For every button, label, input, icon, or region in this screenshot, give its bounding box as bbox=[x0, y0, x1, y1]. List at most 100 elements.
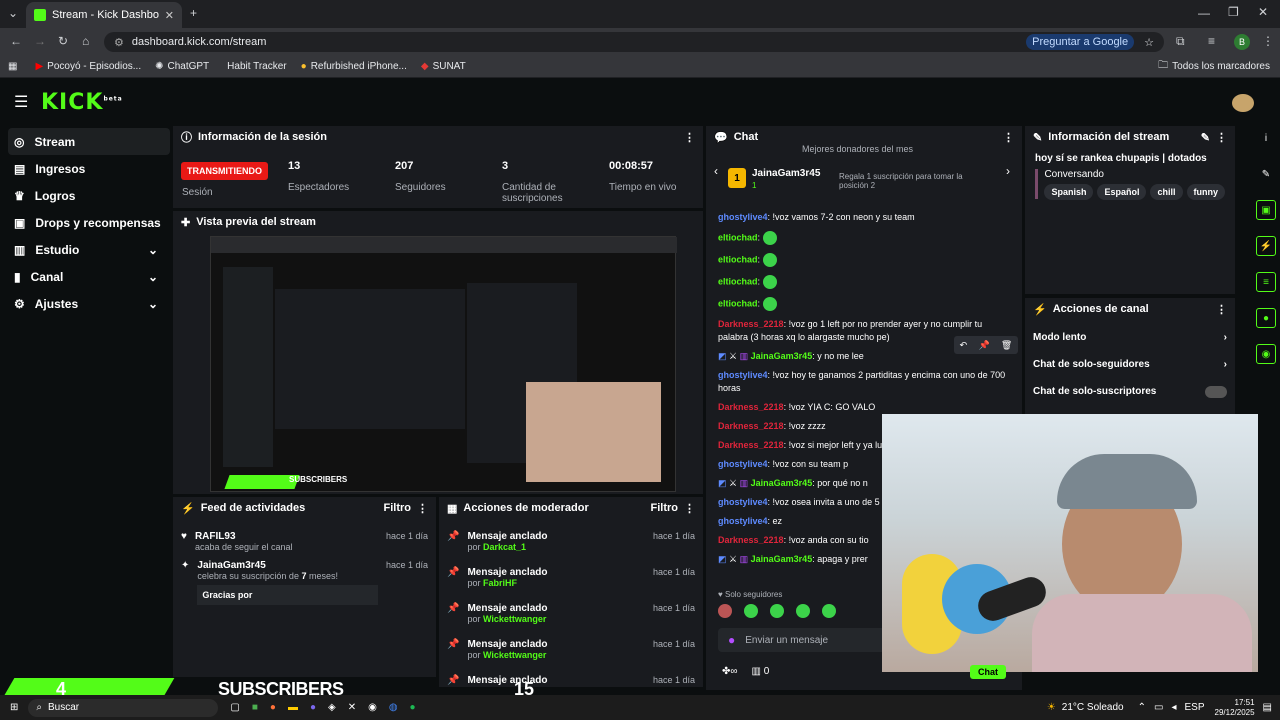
user-avatar[interactable] bbox=[1232, 94, 1254, 112]
sidebar-item-estudio[interactable]: ▥ Estudio ⌄ bbox=[0, 236, 170, 263]
task-view-icon[interactable]: ▢ bbox=[230, 702, 239, 713]
more-icon[interactable]: ⋮ bbox=[417, 502, 428, 515]
slow-mode-row[interactable]: Modo lento › bbox=[1025, 320, 1235, 343]
weather-text[interactable]: 21°C Soleado bbox=[1062, 702, 1124, 713]
more-icon[interactable]: ⋮ bbox=[684, 131, 695, 144]
infinity-icon[interactable]: ✤∞ bbox=[722, 666, 738, 677]
minimize-icon[interactable]: — bbox=[1198, 6, 1210, 20]
reply-icon[interactable]: ↶ bbox=[960, 340, 968, 351]
followers-only-row[interactable]: Chat de solo-seguidores › bbox=[1025, 343, 1235, 370]
activity-user[interactable]: RAFIL93 bbox=[195, 531, 378, 542]
obs-icon[interactable]: ◉ bbox=[368, 702, 377, 713]
category-name[interactable]: Conversando bbox=[1044, 169, 1225, 180]
all-bookmarks[interactable]: 🗀 Todos los marcadores bbox=[1158, 58, 1270, 75]
stream-preview-video[interactable]: SUBSCRIBERS bbox=[210, 236, 677, 492]
back-icon[interactable]: ← bbox=[10, 34, 22, 48]
more-icon[interactable]: ⋮ bbox=[1003, 131, 1014, 144]
emote-icon[interactable] bbox=[796, 604, 810, 618]
chat-username[interactable]: Darkness_2218 bbox=[718, 319, 784, 329]
chat-message[interactable]: eltiochad: bbox=[718, 271, 1014, 293]
more-icon[interactable]: ⋮ bbox=[1216, 131, 1227, 144]
mic-icon[interactable]: ● bbox=[728, 633, 735, 647]
chat-username[interactable]: JainaGam3r45 bbox=[751, 554, 813, 564]
mod-user[interactable]: Darkcat_1 bbox=[483, 542, 526, 552]
language-indicator[interactable]: ESP bbox=[1184, 702, 1204, 713]
bookmark-item[interactable]: ● Refurbished iPhone... bbox=[301, 61, 407, 72]
volume-icon[interactable]: ◂ bbox=[1171, 702, 1176, 713]
spotify-icon[interactable]: ● bbox=[410, 702, 416, 713]
emote-icon[interactable] bbox=[718, 604, 732, 618]
clip-icon[interactable]: ▣ bbox=[1256, 200, 1276, 220]
clock[interactable]: 17:51 29/12/2025 bbox=[1215, 698, 1255, 718]
address-bar[interactable]: ⚙ dashboard.kick.com/stream Preguntar a … bbox=[104, 32, 1164, 52]
pin-icon[interactable]: 📌 bbox=[978, 340, 989, 351]
file-explorer-icon[interactable]: ▬ bbox=[288, 702, 298, 713]
sidebar-item-logros[interactable]: ♛ Logros bbox=[0, 182, 170, 209]
chat-username[interactable]: ghostylive4 bbox=[718, 370, 768, 380]
extensions-icon[interactable]: ⧉ bbox=[1176, 34, 1185, 49]
chat-username[interactable]: JainaGam3r45 bbox=[751, 478, 813, 488]
kick-logo[interactable]: KICKbeta bbox=[41, 90, 123, 115]
filter-button[interactable]: Filtro bbox=[651, 502, 679, 514]
emote-icon[interactable] bbox=[822, 604, 836, 618]
ask-google-button[interactable]: Preguntar a Google bbox=[1026, 34, 1135, 50]
stream-tag[interactable]: Spanish bbox=[1044, 184, 1094, 200]
subscribers-only-row[interactable]: Chat de solo-suscriptores bbox=[1025, 370, 1235, 398]
close-tab-icon[interactable]: ✕ bbox=[165, 9, 174, 22]
sidebar-item-ajustes[interactable]: ⚙ Ajustes ⌄ bbox=[0, 290, 170, 317]
chat-username[interactable]: Darkness_2218 bbox=[718, 535, 784, 545]
filter-button[interactable]: Filtro bbox=[384, 502, 412, 514]
list-icon[interactable]: ≡ bbox=[1256, 272, 1276, 292]
mod-user[interactable]: FabriHF bbox=[483, 578, 517, 588]
stream-tag[interactable]: funny bbox=[1186, 184, 1225, 200]
chat-message[interactable]: ghostylive4: !voz hoy te ganamos 2 parti… bbox=[718, 366, 1014, 398]
broadcast-icon[interactable]: ◉ bbox=[1256, 344, 1276, 364]
close-window-icon[interactable]: ✕ bbox=[1258, 5, 1268, 19]
chat-username[interactable]: Darkness_2218 bbox=[718, 402, 784, 412]
network-icon[interactable]: ▭ bbox=[1154, 702, 1163, 713]
media-icon[interactable]: ≡ bbox=[1208, 34, 1215, 48]
sidebar-item-stream[interactable]: ◎ Stream bbox=[8, 128, 170, 155]
hamburger-menu-icon[interactable]: ☰ bbox=[14, 92, 28, 112]
chat-username[interactable]: JainaGam3r45 bbox=[751, 351, 813, 361]
info-icon[interactable]: i bbox=[1256, 128, 1276, 148]
minecraft-icon[interactable]: ■ bbox=[252, 702, 258, 713]
points-display[interactable]: ▥ 0 bbox=[752, 666, 770, 677]
bolt-icon[interactable]: ⚡ bbox=[1256, 236, 1276, 256]
sidebar-item-canal[interactable]: ▮ Canal ⌄ bbox=[0, 263, 170, 290]
mod-user[interactable]: Wickettwanger bbox=[483, 650, 546, 660]
chat-username[interactable]: Darkness_2218 bbox=[718, 421, 784, 431]
chat-username[interactable]: Darkness_2218 bbox=[718, 440, 784, 450]
bookmark-item[interactable]: ▶ Pocoyó - Episodios... bbox=[35, 61, 141, 72]
taskbar-search[interactable]: ⌕ Buscar bbox=[28, 698, 219, 717]
more-icon[interactable]: ⋮ bbox=[684, 502, 695, 515]
sidebar-item-ingresos[interactable]: ▤ Ingresos bbox=[0, 155, 170, 182]
capcut-icon[interactable]: ✕ bbox=[348, 702, 356, 713]
menu-dots-icon[interactable]: ⋮ bbox=[1262, 34, 1274, 48]
edit-icon[interactable]: ✎ bbox=[1201, 131, 1210, 144]
emote-icon[interactable] bbox=[744, 604, 758, 618]
chevron-left-icon[interactable]: ‹ bbox=[714, 164, 718, 178]
chat-username[interactable]: eltiochad bbox=[718, 298, 758, 308]
delete-icon[interactable]: 🗑 bbox=[1001, 340, 1012, 351]
notifications-icon[interactable]: ▤ bbox=[1263, 702, 1272, 713]
more-icon[interactable]: ⋮ bbox=[1216, 303, 1227, 316]
chat-message[interactable]: eltiochad: bbox=[718, 249, 1014, 271]
sidebar-item-drops[interactable]: ▣ Drops y recompensas bbox=[0, 209, 170, 236]
forward-icon[interactable]: → bbox=[34, 34, 46, 48]
browser-tab[interactable]: Stream - Kick Dashboard ✕ bbox=[26, 2, 182, 28]
stream-tag[interactable]: Español bbox=[1097, 184, 1147, 200]
chrome-icon[interactable]: ◍ bbox=[389, 702, 398, 713]
windows-start-icon[interactable]: ⊞ bbox=[10, 702, 18, 713]
tray-chevron-icon[interactable]: ⌃ bbox=[1138, 702, 1146, 713]
stream-tag[interactable]: chill bbox=[1150, 184, 1183, 200]
app-icon[interactable]: ● bbox=[310, 702, 316, 713]
subscribers-only-toggle[interactable] bbox=[1205, 386, 1227, 398]
chat-username[interactable]: ghostylive4 bbox=[718, 212, 768, 222]
tab-list-icon[interactable]: ⌄ bbox=[8, 6, 18, 20]
bookmark-item[interactable]: ◆ SUNAT bbox=[421, 61, 466, 72]
firefox-icon[interactable]: ● bbox=[270, 702, 276, 713]
chat-username[interactable]: ghostylive4 bbox=[718, 497, 768, 507]
chat-message[interactable]: eltiochad: bbox=[718, 293, 1014, 315]
apps-icon[interactable]: ▦ bbox=[8, 61, 17, 72]
